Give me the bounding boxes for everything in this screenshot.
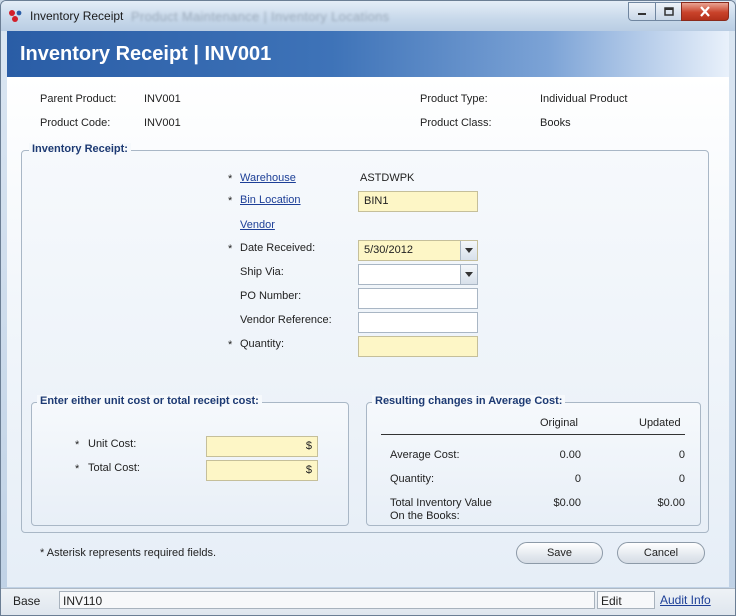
cost-entry-group: Enter either unit cost or total receipt … <box>31 395 349 526</box>
minimize-icon <box>638 12 646 15</box>
chevron-down-icon[interactable] <box>460 265 477 284</box>
window-title: Inventory Receipt <box>30 9 124 23</box>
po-number-label: PO Number: <box>240 290 302 302</box>
audit-info-link[interactable]: Audit Info <box>660 593 711 607</box>
product-type-value: Individual Product <box>540 93 628 105</box>
date-received-value: 5/30/2012 <box>364 244 413 256</box>
total-cost-input[interactable]: $ <box>206 460 318 481</box>
bin-location-link[interactable]: Bin Location <box>240 194 301 206</box>
quantity-row-label: Quantity: <box>390 473 435 485</box>
status-state: Edit <box>597 591 655 609</box>
quantity-input[interactable] <box>358 336 478 357</box>
required-marker: * <box>228 173 233 185</box>
total-inventory-original: $0.00 <box>553 497 581 509</box>
average-cost-original: 0.00 <box>559 449 581 461</box>
inventory-receipt-group: Inventory Receipt: * Warehouse ASTDWPK *… <box>21 143 709 533</box>
product-class-value: Books <box>540 117 571 129</box>
po-number-input[interactable] <box>358 288 478 309</box>
quantity-original: 0 <box>574 473 581 485</box>
quantity-updated: 0 <box>678 473 685 485</box>
product-class-label: Product Class: <box>420 117 492 129</box>
inventory-receipt-group-title: Inventory Receipt: <box>29 143 131 155</box>
maximize-button[interactable] <box>655 2 682 21</box>
required-marker: * <box>228 339 233 351</box>
close-icon <box>700 6 710 17</box>
bin-location-input[interactable]: BIN1 <box>358 191 478 212</box>
status-bar: Base INV110 Edit Audit Info <box>1 588 735 615</box>
original-column-header: Original <box>540 417 578 429</box>
page-title: Inventory Receipt | INV001 <box>20 43 272 65</box>
parent-product-label: Parent Product: <box>40 93 117 105</box>
ship-via-label: Ship Via: <box>240 266 284 278</box>
status-code: INV110 <box>59 591 595 609</box>
cancel-button[interactable]: Cancel <box>617 542 705 564</box>
required-marker: * <box>228 243 233 255</box>
total-inventory-value-label: Total Inventory Value On the Books: <box>390 497 492 522</box>
product-type-label: Product Type: <box>420 93 488 105</box>
minimize-button[interactable] <box>628 2 656 21</box>
form-content: Parent Product: INV001 Product Code: INV… <box>7 77 729 587</box>
unit-cost-currency: $ <box>305 440 312 452</box>
required-marker: * <box>228 195 233 207</box>
total-inventory-updated: $0.00 <box>657 497 685 509</box>
required-marker: * <box>75 463 80 475</box>
average-cost-group: Resulting changes in Average Cost: Origi… <box>366 395 701 526</box>
vendor-reference-input[interactable] <box>358 312 478 333</box>
parent-product-value: INV001 <box>144 93 181 105</box>
total-cost-label: Total Cost: <box>88 462 140 474</box>
cost-entry-group-title: Enter either unit cost or total receipt … <box>37 395 262 407</box>
vendor-reference-label: Vendor Reference: <box>240 314 332 326</box>
table-divider <box>381 434 685 435</box>
inventory-receipt-window: Inventory Receipt Product Maintenance | … <box>0 0 736 616</box>
unit-cost-label: Unit Cost: <box>88 438 137 450</box>
app-logo-icon <box>9 10 22 22</box>
background-tabs: Product Maintenance | Inventory Location… <box>131 9 390 24</box>
warehouse-value: ASTDWPK <box>360 172 415 184</box>
unit-cost-input[interactable]: $ <box>206 436 318 457</box>
average-cost-group-title: Resulting changes in Average Cost: <box>372 395 566 407</box>
total-cost-currency: $ <box>305 464 312 476</box>
save-button[interactable]: Save <box>516 542 603 564</box>
status-mode: Base <box>13 594 41 608</box>
date-received-dropdown[interactable]: 5/30/2012 <box>358 240 478 261</box>
product-code-label: Product Code: <box>40 117 111 129</box>
required-fields-note: * Asterisk represents required fields. <box>40 547 217 559</box>
vendor-link[interactable]: Vendor <box>240 219 275 231</box>
chevron-down-icon[interactable] <box>460 241 477 260</box>
average-cost-updated: 0 <box>678 449 685 461</box>
ship-via-dropdown[interactable] <box>358 264 478 285</box>
updated-column-header: Updated <box>639 417 681 429</box>
date-received-label: Date Received: <box>240 242 316 254</box>
header-banner: Inventory Receipt | INV001 <box>7 31 729 77</box>
average-cost-label: Average Cost: <box>390 449 460 461</box>
maximize-icon <box>663 7 674 16</box>
title-bar[interactable]: Inventory Receipt Product Maintenance | … <box>1 1 735 31</box>
required-marker: * <box>75 439 80 451</box>
warehouse-link[interactable]: Warehouse <box>240 172 296 184</box>
quantity-label: Quantity: <box>240 338 285 350</box>
close-window-button[interactable] <box>681 2 729 21</box>
product-code-value: INV001 <box>144 117 181 129</box>
